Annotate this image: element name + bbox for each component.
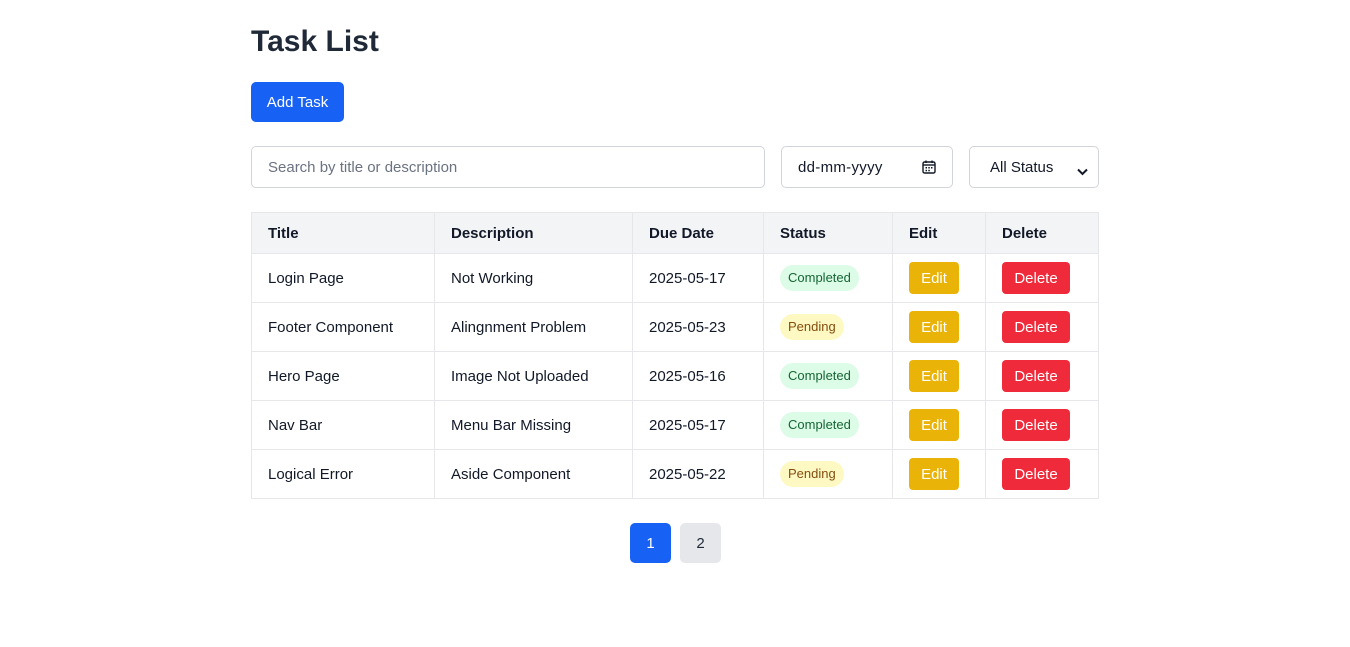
delete-button[interactable]: Delete xyxy=(1002,360,1070,392)
column-header-due-date: Due Date xyxy=(632,212,764,254)
status-badge: Completed xyxy=(780,412,859,438)
task-title: Footer Component xyxy=(251,302,435,352)
task-edit-cell: Edit xyxy=(892,400,986,450)
status-filter-value: All Status xyxy=(990,158,1054,176)
task-edit-cell: Edit xyxy=(892,253,986,303)
column-header-title: Title xyxy=(251,212,435,254)
task-status-cell: Completed xyxy=(763,400,893,450)
task-description: Aside Component xyxy=(434,449,633,499)
table-header-row: Title Description Due Date Status Edit D… xyxy=(251,212,1099,254)
edit-button[interactable]: Edit xyxy=(909,458,959,490)
edit-button[interactable]: Edit xyxy=(909,311,959,343)
task-description: Alingnment Problem xyxy=(434,302,633,352)
status-badge: Completed xyxy=(780,363,859,389)
table-row: Nav Bar Menu Bar Missing 2025-05-17 Comp… xyxy=(251,400,1099,450)
filter-bar: dd-mm-yyyy All Status xyxy=(251,146,1099,188)
delete-button[interactable]: Delete xyxy=(1002,458,1070,490)
task-table: Title Description Due Date Status Edit D… xyxy=(251,212,1099,499)
task-delete-cell: Delete xyxy=(985,302,1099,352)
column-header-description: Description xyxy=(434,212,633,254)
task-title: Nav Bar xyxy=(251,400,435,450)
column-header-status: Status xyxy=(763,212,893,254)
task-title: Login Page xyxy=(251,253,435,303)
page-button-1[interactable]: 1 xyxy=(630,523,671,563)
add-task-button[interactable]: Add Task xyxy=(251,82,344,122)
task-delete-cell: Delete xyxy=(985,351,1099,401)
calendar-icon[interactable] xyxy=(922,160,936,174)
task-title: Hero Page xyxy=(251,351,435,401)
delete-button[interactable]: Delete xyxy=(1002,311,1070,343)
pagination: 1 2 xyxy=(630,523,721,563)
delete-button[interactable]: Delete xyxy=(1002,262,1070,294)
status-badge: Completed xyxy=(780,265,859,291)
task-description: Not Working xyxy=(434,253,633,303)
task-delete-cell: Delete xyxy=(985,449,1099,499)
page-title: Task List xyxy=(251,25,379,58)
table-row: Footer Component Alingnment Problem 2025… xyxy=(251,302,1099,352)
search-input[interactable] xyxy=(251,146,765,188)
delete-button[interactable]: Delete xyxy=(1002,409,1070,441)
table-row: Logical Error Aside Component 2025-05-22… xyxy=(251,449,1099,499)
edit-button[interactable]: Edit xyxy=(909,360,959,392)
task-delete-cell: Delete xyxy=(985,253,1099,303)
column-header-delete: Delete xyxy=(985,212,1099,254)
task-due-date: 2025-05-17 xyxy=(632,253,764,303)
task-due-date: 2025-05-16 xyxy=(632,351,764,401)
page-button-2[interactable]: 2 xyxy=(680,523,721,563)
column-header-edit: Edit xyxy=(892,212,986,254)
task-description: Menu Bar Missing xyxy=(434,400,633,450)
task-status-cell: Completed xyxy=(763,351,893,401)
date-placeholder: dd-mm-yyyy xyxy=(798,158,883,176)
task-status-cell: Completed xyxy=(763,253,893,303)
task-edit-cell: Edit xyxy=(892,351,986,401)
task-delete-cell: Delete xyxy=(985,400,1099,450)
task-edit-cell: Edit xyxy=(892,302,986,352)
task-title: Logical Error xyxy=(251,449,435,499)
task-status-cell: Pending xyxy=(763,449,893,499)
task-due-date: 2025-05-17 xyxy=(632,400,764,450)
page: Task List Add Task dd-mm-yyyy xyxy=(0,0,1350,647)
task-due-date: 2025-05-22 xyxy=(632,449,764,499)
task-due-date: 2025-05-23 xyxy=(632,302,764,352)
status-badge: Pending xyxy=(780,461,844,487)
task-edit-cell: Edit xyxy=(892,449,986,499)
task-description: Image Not Uploaded xyxy=(434,351,633,401)
chevron-down-icon xyxy=(1077,163,1088,176)
table-row: Login Page Not Working 2025-05-17 Comple… xyxy=(251,253,1099,303)
table-row: Hero Page Image Not Uploaded 2025-05-16 … xyxy=(251,351,1099,401)
status-badge: Pending xyxy=(780,314,844,340)
edit-button[interactable]: Edit xyxy=(909,409,959,441)
edit-button[interactable]: Edit xyxy=(909,262,959,294)
task-status-cell: Pending xyxy=(763,302,893,352)
status-filter-select[interactable]: All Status xyxy=(969,146,1099,188)
due-date-filter[interactable]: dd-mm-yyyy xyxy=(781,146,953,188)
